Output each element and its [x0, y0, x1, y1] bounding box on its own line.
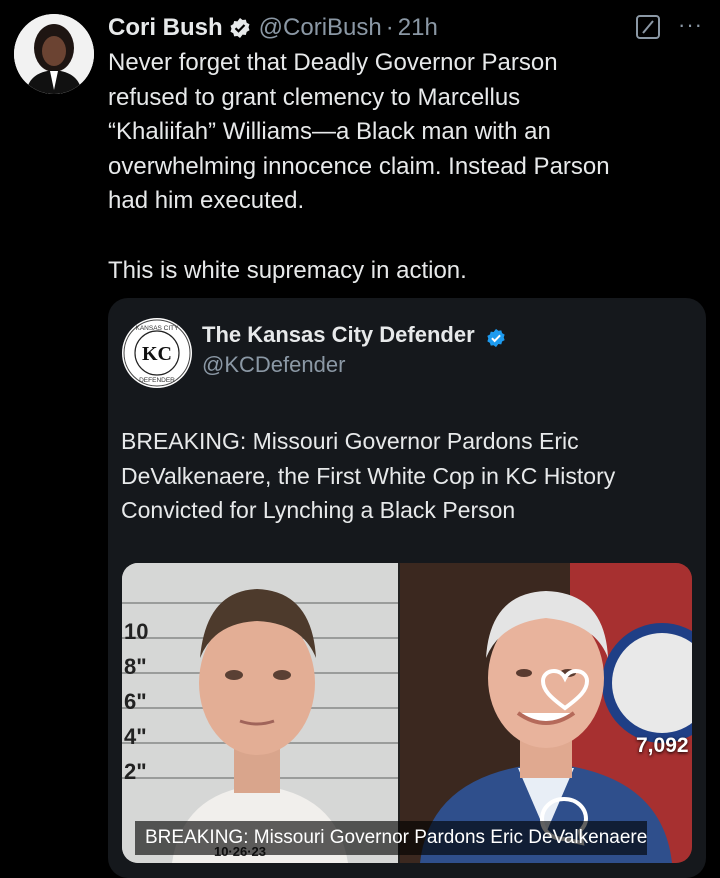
scale-mark: 4" — [124, 724, 147, 749]
like-count: 7,092 — [636, 734, 689, 757]
scale-mark: 6" — [124, 689, 147, 714]
mugshot-image: 10 8" 6" 4" 2" 10·26·23 — [122, 563, 398, 863]
scale-mark: 8" — [124, 654, 147, 679]
author-name[interactable]: Cori Bush — [108, 14, 223, 42]
verified-badge-icon — [487, 328, 505, 348]
quoted-author-name[interactable]: The Kansas City Defender — [202, 322, 475, 348]
separator-dot: · — [385, 14, 394, 41]
logo-ring-bottom: DEFENDER — [139, 377, 175, 384]
scale-mark: 10 — [124, 619, 148, 644]
media-caption: BREAKING: Missouri Governor Pardons Eric… — [135, 821, 647, 855]
logo-ring-top: KANSAS CITY — [136, 325, 180, 332]
tweet-body: Never forget that Deadly Governor Parson… — [108, 46, 708, 288]
quoted-media[interactable]: 10 8" 6" 4" 2" 10·26·23 — [122, 563, 692, 863]
avatar-image — [14, 14, 94, 94]
avatar[interactable] — [14, 14, 94, 94]
more-icon[interactable]: ··· — [678, 12, 703, 38]
kc-defender-logo[interactable]: KC KANSAS CITY DEFENDER — [122, 318, 192, 388]
verified-badge-icon — [230, 18, 250, 38]
quoted-tweet-card[interactable]: KC KANSAS CITY DEFENDER The Kansas City … — [108, 298, 706, 878]
quoted-author-handle[interactable]: @KCDefender — [202, 352, 345, 378]
heart-icon[interactable] — [540, 668, 590, 712]
timestamp[interactable]: 21h — [398, 14, 438, 42]
author-handle[interactable]: @CoriBush — [259, 14, 382, 42]
tweet-text-paragraph-2: This is white supremacy in action. — [108, 256, 467, 284]
logo-text: KC — [142, 343, 172, 365]
quoted-tweet-text: BREAKING: Missouri Governor Pardons Eric… — [121, 428, 616, 523]
scale-mark: 2" — [124, 759, 147, 784]
tweet-text-paragraph-1: Never forget that Deadly Governor Parson… — [108, 49, 610, 214]
grok-icon[interactable] — [636, 15, 660, 39]
tweet-header: Cori Bush @CoriBush · 21h — [108, 10, 720, 46]
